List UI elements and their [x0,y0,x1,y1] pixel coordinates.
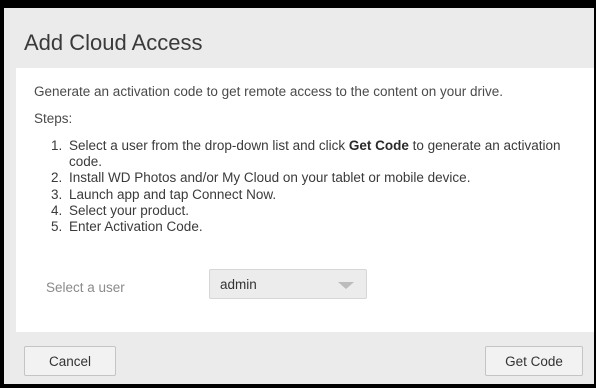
step-number: 5. [51,219,63,235]
get-code-button[interactable]: Get Code [485,346,583,376]
step-text: Select a user from the drop-down list an… [69,138,349,153]
step-text: Install WD Photos and/or My Cloud on you… [69,170,471,186]
step-text: Launch app and tap Connect Now. [69,186,277,202]
content-panel: Generate an activation code to get remot… [16,68,594,332]
step-number: 1. [51,138,63,153]
intro-text: Generate an activation code to get remot… [34,84,504,99]
step-emphasis: Get Code [348,138,409,153]
step-text: Enter Activation Code. [69,219,203,235]
chevron-down-icon [338,282,354,289]
user-select-dropdown[interactable]: admin [209,269,367,299]
step-item: 4. Select your product. [51,203,571,219]
step-item: 1. Select a user from the drop-down list … [51,138,571,170]
cancel-button[interactable]: Cancel [24,346,116,376]
step-number: 2. [51,170,63,186]
step-item: 5. Enter Activation Code. [51,219,571,235]
step-item: 2. Install WD Photos and/or My Cloud on y… [51,170,571,186]
step-number: 3. [51,186,63,202]
step-number: 4. [51,202,63,218]
step-item: 3. Launch app and tap Connect Now. [51,187,571,203]
steps-label: Steps: [34,111,73,126]
add-cloud-access-dialog: Add Cloud Access Generate an activation … [4,8,594,384]
steps-list: 1. Select a user from the drop-down list … [51,138,571,235]
step-text: Select your product. [69,202,190,218]
user-select-value: admin [220,277,257,292]
select-user-label: Select a user [46,280,125,295]
dialog-title: Add Cloud Access [24,30,203,55]
